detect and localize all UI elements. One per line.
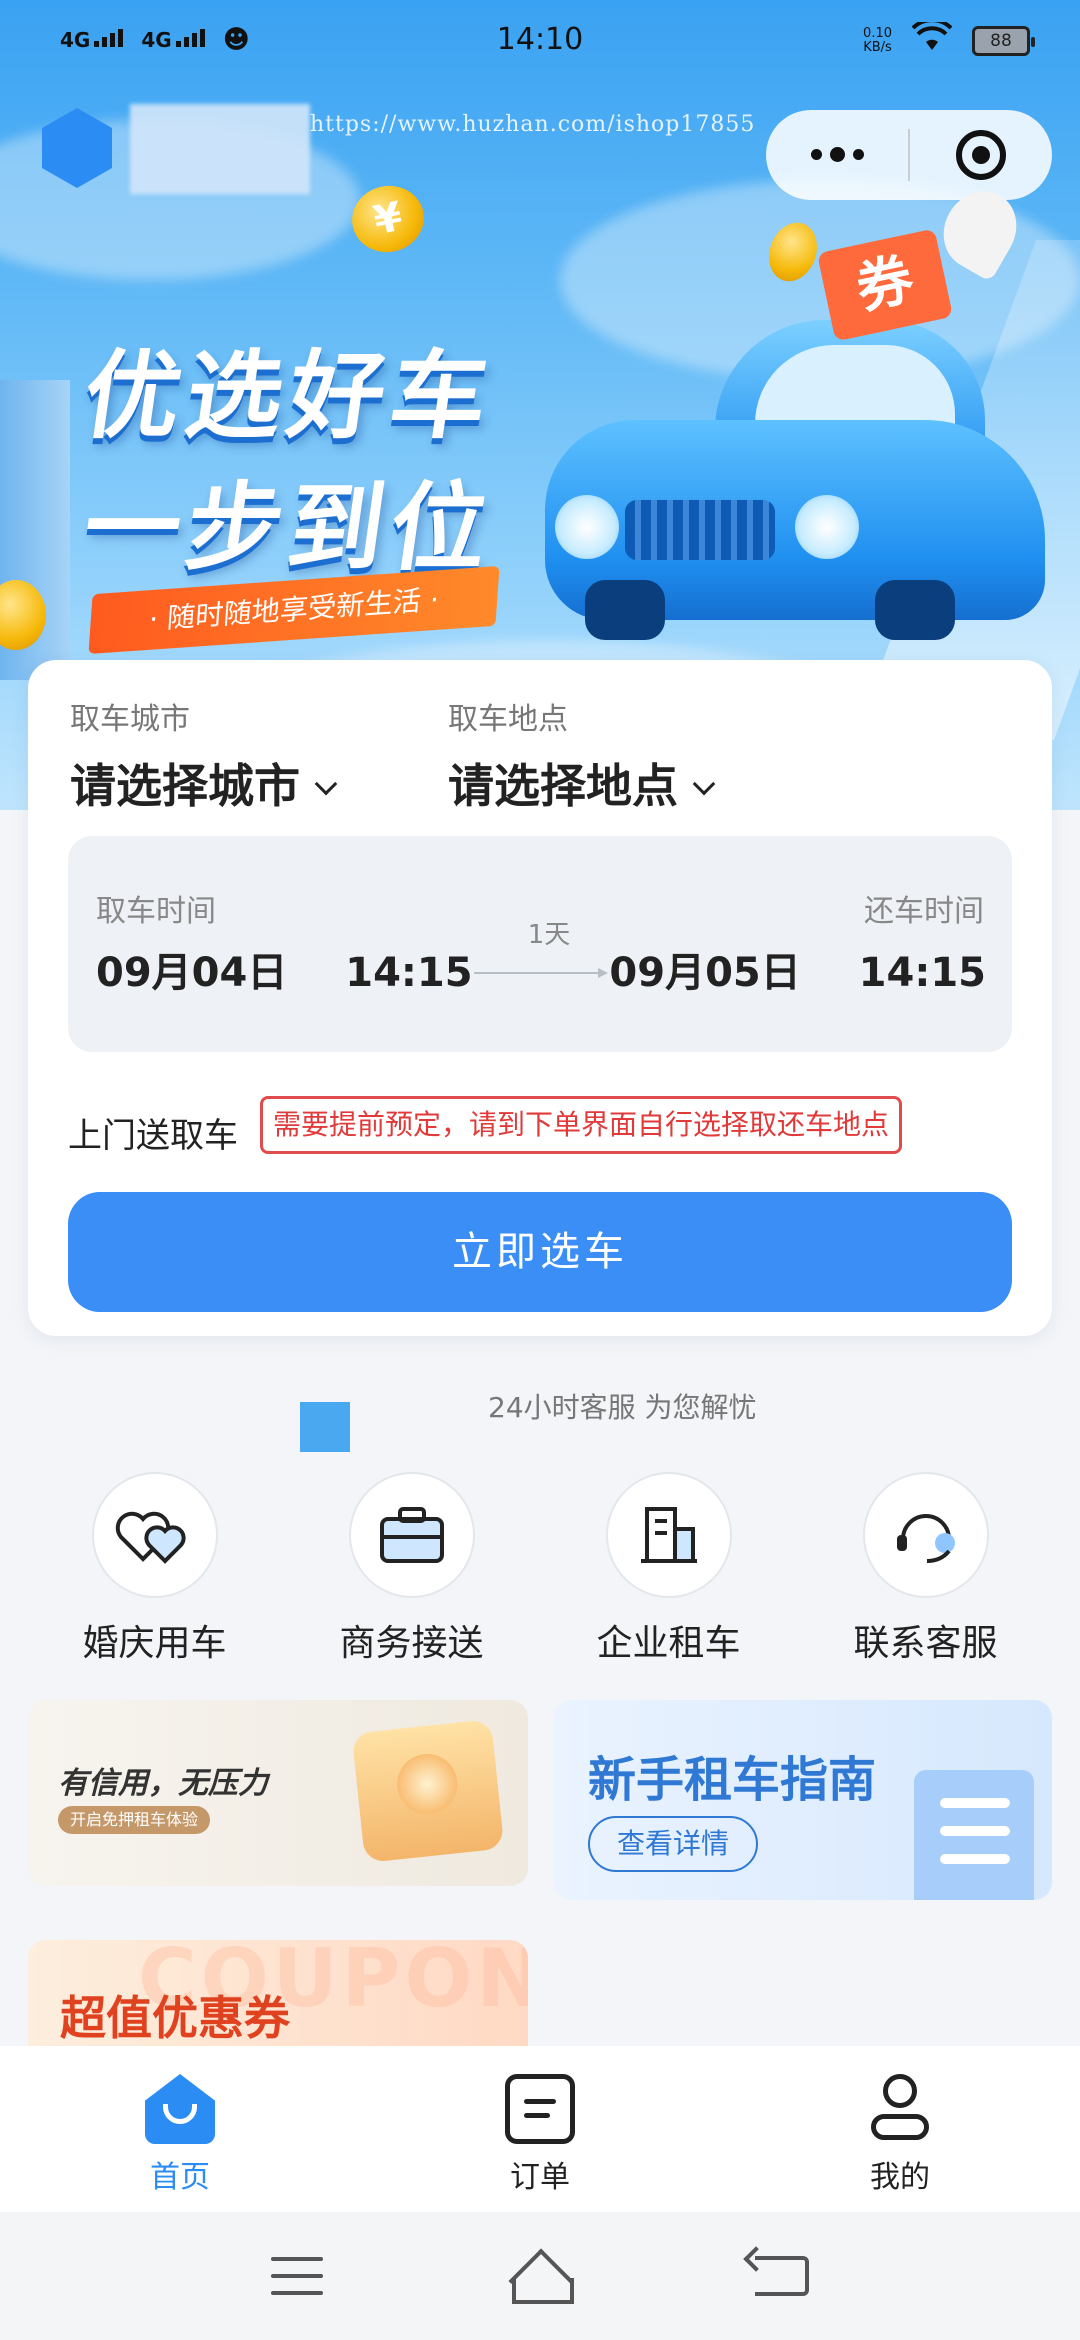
banner-slogan-line1: 优选好车 [76, 340, 501, 452]
return-time-label: 还车时间 [864, 894, 984, 929]
credit-promo-tag: 开启免押租车体验 [58, 1806, 211, 1834]
chevron-down-icon [314, 772, 338, 796]
credit-promo-card[interactable]: 有信用，无压力 开启免押租车体验 [28, 1700, 528, 1886]
quick-item-business[interactable]: 商务接送 [283, 1472, 540, 1672]
location-label: 取车地点 [448, 702, 568, 737]
delivery-option-label[interactable]: 上门送取车 [68, 1108, 238, 1157]
gift-icon [351, 1719, 505, 1863]
quick-label: 婚庆用车 [82, 1623, 227, 1664]
return-datetime[interactable]: 09月05日 14:15 [609, 940, 986, 998]
profile-icon [865, 2074, 935, 2144]
car-illustration: 券 [545, 177, 1080, 740]
document-icon [914, 1770, 1034, 1900]
tab-home[interactable]: 首页 [0, 2046, 360, 2212]
status-bar: 4G 4G ☻ 14:10 0.10 KB/s 88 [0, 0, 1080, 80]
tab-label: 首页 [150, 2160, 210, 2195]
credit-promo-title: 有信用，无压力 [58, 1766, 268, 1801]
delivery-notice: 需要提前预定，请到下单界面自行选择取还车地点 [260, 1096, 903, 1154]
quick-item-wedding[interactable]: 婚庆用车 [26, 1472, 283, 1672]
bottom-tab-bar: 首页 订单 我的 [0, 2046, 1080, 2212]
coupon-promo-card[interactable]: COUPON 超值优惠券 [28, 1940, 528, 2050]
building-icon [640, 1507, 697, 1563]
system-home-icon[interactable] [506, 2252, 574, 2304]
headset-icon [896, 1514, 955, 1563]
coupon-title: 超值优惠券 [60, 1991, 290, 2045]
location-select[interactable]: 请选择地点 [448, 750, 716, 816]
pickup-time: 14:15 [345, 950, 473, 996]
return-time: 14:15 [858, 950, 986, 996]
quick-label: 联系客服 [853, 1623, 998, 1664]
location-value: 请选择地点 [448, 759, 678, 813]
city-select[interactable]: 请选择城市 [70, 750, 338, 816]
quick-actions: 婚庆用车 商务接送 企业租车 联系客服 [0, 1472, 1080, 1672]
tab-label: 我的 [870, 2160, 930, 2195]
battery-indicator: 88 [972, 25, 1035, 56]
rental-duration: 1天 [527, 920, 571, 950]
pickup-time-label: 取车时间 [96, 894, 216, 929]
quick-label: 企业租车 [596, 1623, 741, 1664]
watermark: https://www.huzhan.com/ishop17855 [310, 112, 756, 137]
view-details-button[interactable]: 查看详情 [588, 1816, 758, 1872]
briefcase-icon [379, 1507, 444, 1563]
system-navigation-bar [0, 2212, 1080, 2340]
network-speed: 0.10 KB/s [863, 25, 892, 55]
tab-orders[interactable]: 订单 [360, 2046, 720, 2212]
select-car-button[interactable]: 立即选车 [68, 1192, 1012, 1312]
more-dots-icon[interactable] [766, 146, 908, 162]
pickup-date: 09月04日 [96, 950, 288, 996]
banner-slogan-line2: 一步到位 [76, 472, 501, 584]
city-label: 取车城市 [70, 702, 190, 737]
city-value: 请选择城市 [70, 759, 300, 813]
quick-item-enterprise[interactable]: 企业租车 [540, 1472, 797, 1672]
miniapp-capsule [766, 110, 1052, 200]
order-icon [505, 2074, 575, 2144]
return-date: 09月05日 [609, 950, 801, 996]
back-icon[interactable] [754, 2256, 809, 2296]
close-target-icon[interactable] [910, 130, 1052, 180]
hearts-icon [115, 1511, 186, 1564]
tab-profile[interactable]: 我的 [720, 2046, 1080, 2212]
wifi-icon [911, 18, 953, 59]
guide-title: 新手租车指南 [588, 1752, 877, 1808]
guide-promo-card[interactable]: 新手租车指南 查看详情 [554, 1700, 1052, 1900]
redacted-app-name [130, 104, 310, 194]
quick-label: 商务接送 [339, 1623, 484, 1664]
chevron-down-icon [692, 772, 716, 796]
quick-item-support[interactable]: 联系客服 [797, 1472, 1054, 1672]
recent-apps-icon[interactable] [271, 2257, 324, 2295]
arrow-right-icon [474, 968, 608, 978]
service-logo [300, 1402, 350, 1452]
rental-time-picker[interactable]: 取车时间 09月04日 14:15 1天 还车时间 09月05日 14:15 [68, 836, 1012, 1052]
pickup-datetime[interactable]: 09月04日 14:15 [96, 940, 473, 998]
booking-card: 取车城市 请选择城市 取车地点 请选择地点 取车时间 09月04日 14:15 … [28, 660, 1052, 1336]
service-text: 24小时客服 为您解忧 [488, 1391, 757, 1424]
home-icon [145, 2074, 215, 2144]
tab-label: 订单 [510, 2160, 570, 2195]
